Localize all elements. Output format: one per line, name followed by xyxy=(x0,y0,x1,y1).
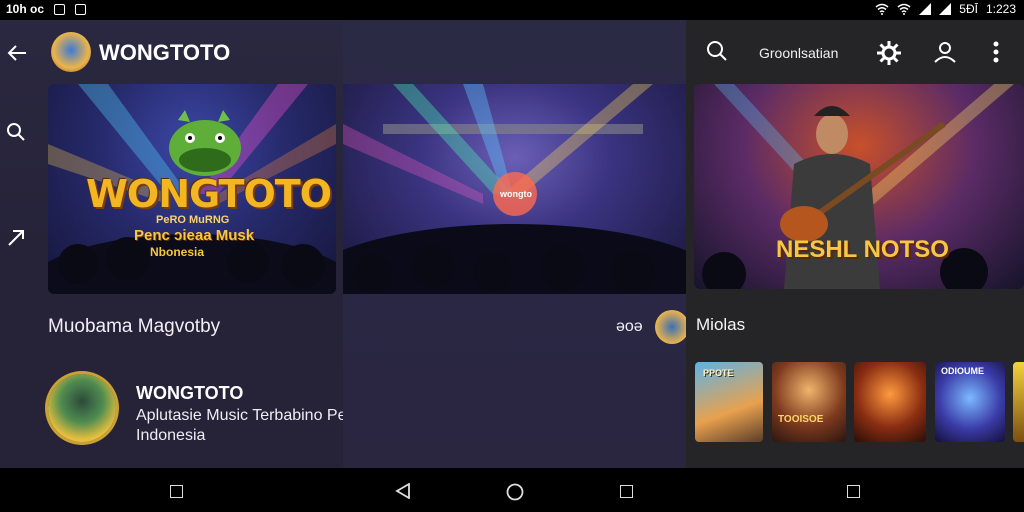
artist-banner[interactable]: NESHL NOTSO xyxy=(694,84,1024,289)
settings-button[interactable] xyxy=(874,38,904,68)
banner-logo: WONGTOTO xyxy=(86,172,332,216)
profile-avatar[interactable] xyxy=(48,374,116,442)
search-button-right[interactable] xyxy=(704,38,730,64)
search-icon xyxy=(7,123,25,141)
stage-sign: wongto xyxy=(500,189,532,199)
thumbnail-label: ODIOUME xyxy=(941,366,985,376)
thumbnail-2[interactable]: TOOISOE xyxy=(772,362,846,442)
more-vertical-icon xyxy=(993,41,999,63)
left-panel: WONGTOTO WONGTOTO PeRO MuRNG Penc ɔieaa … xyxy=(0,20,343,468)
header-label: Groonlsatian xyxy=(759,45,839,61)
dinosaur-mascot xyxy=(169,110,241,176)
concert-image[interactable]: wongto xyxy=(343,84,686,294)
back-arrow-icon xyxy=(7,45,26,61)
wifi-icon-2 xyxy=(897,3,911,15)
battery-indicator: 5ĐĪ xyxy=(959,2,978,16)
share-icon xyxy=(8,230,24,246)
app-avatar xyxy=(51,32,91,72)
middle-panel: wongto əoə xyxy=(343,20,686,468)
side-label: əoə xyxy=(616,318,643,335)
overview-button-2[interactable] xyxy=(847,485,860,498)
status-bar: 10h oc 5ĐĪ 1:223 xyxy=(0,0,1024,20)
back-button[interactable] xyxy=(4,40,30,66)
thumbnail-label: TOOISOE xyxy=(778,414,824,425)
profile-button[interactable] xyxy=(931,38,959,66)
notification-icon xyxy=(54,3,66,15)
status-time-left: 10h oc xyxy=(6,2,45,16)
banner-artist-text: NESHL NOTSO xyxy=(776,236,949,263)
banner-tagline-small: PeRO MuRNG xyxy=(156,214,230,226)
profile-name: WONGTOTO xyxy=(136,383,244,403)
search-icon xyxy=(707,41,727,61)
thumbnail-4[interactable]: ODIOUME xyxy=(935,362,1005,442)
banner-country: Nbonesia xyxy=(150,245,205,259)
section-title: Muobama Magvotby xyxy=(48,316,221,337)
more-options-button[interactable] xyxy=(986,38,1006,66)
notification-icon-2 xyxy=(75,3,87,15)
section-title-right: Miolas xyxy=(696,315,746,334)
signal-icon xyxy=(919,3,932,15)
profile-description: Aplutasie Music Terbabino Petuo Pengimar… xyxy=(136,407,343,444)
mini-avatar[interactable] xyxy=(655,310,686,344)
wifi-icon xyxy=(875,3,889,15)
gear-icon xyxy=(877,41,901,65)
app-name: WONGTOTO xyxy=(99,40,231,65)
featured-banner[interactable]: WONGTOTO PeRO MuRNG Penc ɔieaa Musk Nbon… xyxy=(48,84,336,294)
banner-tagline: Penc ɔieaa Musk xyxy=(134,227,255,244)
back-nav-button[interactable] xyxy=(395,483,411,499)
thumbnail-1[interactable]: PPOTE xyxy=(695,362,763,442)
thumbnail-3[interactable] xyxy=(854,362,926,442)
search-button[interactable] xyxy=(4,120,28,144)
share-button[interactable] xyxy=(4,226,28,250)
thumbnail-label: PPOTE xyxy=(703,368,734,378)
navigation-bar xyxy=(0,468,1024,512)
signal-icon-2 xyxy=(939,3,952,15)
recents-button[interactable] xyxy=(170,485,183,498)
home-button[interactable] xyxy=(506,483,524,501)
right-panel: Groonlsatian NESHL NOTSO Miolas PPOTE TO… xyxy=(686,20,1024,468)
overview-button[interactable] xyxy=(620,485,633,498)
thumbnail-5-partial[interactable] xyxy=(1013,362,1024,442)
user-icon xyxy=(934,42,956,63)
status-time-right: 1:223 xyxy=(985,2,1016,16)
